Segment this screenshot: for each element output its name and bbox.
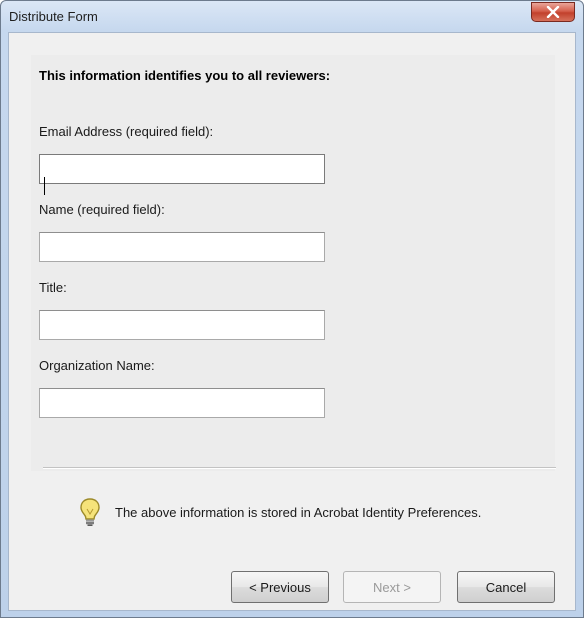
title-bar[interactable]: Distribute Form bbox=[1, 1, 583, 31]
dialog-client-area: This information identifies you to all r… bbox=[8, 32, 576, 611]
title-field[interactable] bbox=[39, 310, 325, 340]
close-button[interactable] bbox=[531, 2, 575, 22]
divider bbox=[43, 467, 556, 469]
panel-heading: This information identifies you to all r… bbox=[39, 68, 331, 83]
text-caret bbox=[44, 177, 45, 195]
lightbulb-icon bbox=[80, 498, 100, 526]
next-button[interactable]: Next > bbox=[343, 571, 441, 603]
cancel-button[interactable]: Cancel bbox=[457, 571, 555, 603]
info-text: The above information is stored in Acrob… bbox=[115, 504, 482, 520]
name-label: Name (required field): bbox=[39, 202, 165, 217]
name-field[interactable] bbox=[39, 232, 325, 262]
email-label: Email Address (required field): bbox=[39, 124, 214, 139]
previous-button[interactable]: < Previous bbox=[231, 571, 329, 603]
dialog-window: Distribute Form This information identif… bbox=[0, 0, 584, 618]
window-title: Distribute Form bbox=[9, 9, 98, 24]
email-field[interactable] bbox=[39, 154, 325, 184]
identity-panel: This information identifies you to all r… bbox=[31, 55, 555, 471]
organization-label: Organization Name: bbox=[39, 358, 155, 373]
organization-field[interactable] bbox=[39, 388, 325, 418]
close-icon bbox=[546, 6, 560, 18]
title-label: Title: bbox=[39, 280, 67, 295]
info-note: The above information is stored in Acrob… bbox=[79, 497, 481, 527]
